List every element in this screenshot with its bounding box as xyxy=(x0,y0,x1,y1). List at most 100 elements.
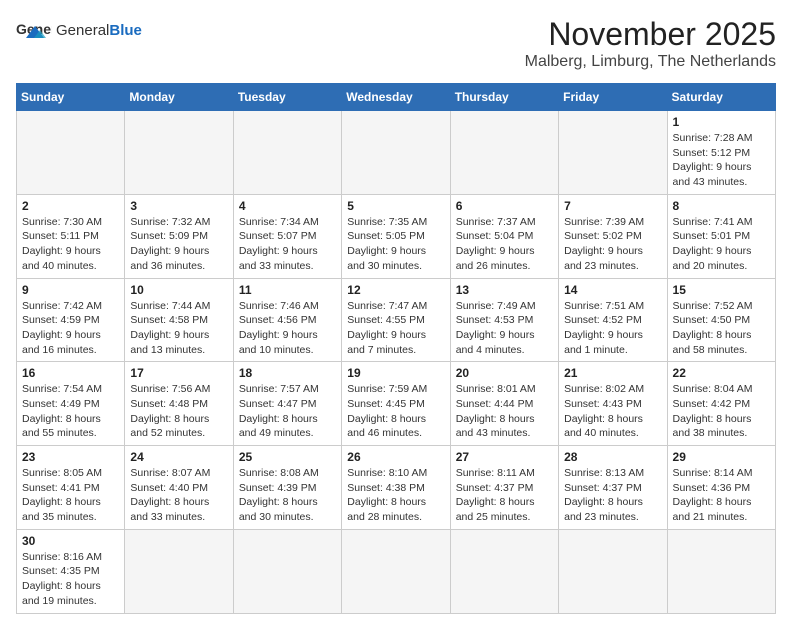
calendar-cell: 30 Sunrise: 8:16 AM Sunset: 4:35 PM Dayli… xyxy=(17,529,125,613)
calendar-cell: 7 Sunrise: 7:39 AM Sunset: 5:02 PM Daylig… xyxy=(559,194,667,278)
title-area: November 2025 Malberg, Limburg, The Neth… xyxy=(525,16,776,71)
calendar-cell xyxy=(233,529,341,613)
day-info: Sunrise: 7:34 AM Sunset: 5:07 PM Dayligh… xyxy=(239,215,336,274)
day-info: Sunrise: 8:16 AM Sunset: 4:35 PM Dayligh… xyxy=(22,550,119,609)
day-number: 21 xyxy=(564,366,661,380)
calendar-cell: 3Sunrise: 7:32 AM Sunset: 5:09 PM Daylig… xyxy=(125,194,233,278)
calendar-cell: 21 Sunrise: 8:02 AM Sunset: 4:43 PM Dayli… xyxy=(559,362,667,446)
calendar-cell xyxy=(342,529,450,613)
calendar-cell: 17 Sunrise: 7:56 AM Sunset: 4:48 PM Dayli… xyxy=(125,362,233,446)
calendar-cell xyxy=(342,111,450,195)
calendar-week-row: 23Sunrise: 8:05 AM Sunset: 4:41 PM Dayli… xyxy=(17,446,776,530)
calendar-cell: 27Sunrise: 8:11 AM Sunset: 4:37 PM Dayli… xyxy=(450,446,558,530)
calendar-cell xyxy=(125,111,233,195)
logo-blue: Blue xyxy=(109,22,142,39)
calendar-cell: 22 Sunrise: 8:04 AM Sunset: 4:42 PM Dayli… xyxy=(667,362,775,446)
day-number: 16 xyxy=(22,366,119,380)
calendar-cell: 1 Sunrise: 7:28 AM Sunset: 5:12 PM Daylig… xyxy=(667,111,775,195)
calendar-cell xyxy=(559,111,667,195)
calendar-week-row: 16 Sunrise: 7:54 AM Sunset: 4:49 PM Dayli… xyxy=(17,362,776,446)
day-info: Sunrise: 8:07 AM Sunset: 4:40 PM Dayligh… xyxy=(130,466,227,525)
day-info: Sunrise: 7:32 AM Sunset: 5:09 PM Dayligh… xyxy=(130,215,227,274)
day-number: 22 xyxy=(673,366,770,380)
calendar-cell: 18 Sunrise: 7:57 AM Sunset: 4:47 PM Dayli… xyxy=(233,362,341,446)
day-info: Sunrise: 8:10 AM Sunset: 4:38 PM Dayligh… xyxy=(347,466,444,525)
day-info: Sunrise: 7:54 AM Sunset: 4:49 PM Dayligh… xyxy=(22,382,119,441)
day-number: 30 xyxy=(22,534,119,548)
day-number: 1 xyxy=(673,115,770,129)
day-number: 14 xyxy=(564,283,661,297)
day-number: 27 xyxy=(456,450,553,464)
calendar-cell: 19Sunrise: 7:59 AM Sunset: 4:45 PM Dayli… xyxy=(342,362,450,446)
calendar-cell: 24 Sunrise: 8:07 AM Sunset: 4:40 PM Dayli… xyxy=(125,446,233,530)
day-info: Sunrise: 7:30 AM Sunset: 5:11 PM Dayligh… xyxy=(22,215,119,274)
day-info: Sunrise: 8:02 AM Sunset: 4:43 PM Dayligh… xyxy=(564,382,661,441)
weekday-header: Tuesday xyxy=(233,84,341,111)
day-number: 6 xyxy=(456,199,553,213)
calendar-week-row: 9Sunrise: 7:42 AM Sunset: 4:59 PM Daylig… xyxy=(17,278,776,362)
weekday-header: Saturday xyxy=(667,84,775,111)
day-number: 18 xyxy=(239,366,336,380)
day-info: Sunrise: 7:59 AM Sunset: 4:45 PM Dayligh… xyxy=(347,382,444,441)
day-info: Sunrise: 8:13 AM Sunset: 4:37 PM Dayligh… xyxy=(564,466,661,525)
weekday-header: Monday xyxy=(125,84,233,111)
day-info: Sunrise: 7:37 AM Sunset: 5:04 PM Dayligh… xyxy=(456,215,553,274)
calendar-cell: 28 Sunrise: 8:13 AM Sunset: 4:37 PM Dayli… xyxy=(559,446,667,530)
calendar-cell xyxy=(233,111,341,195)
day-number: 8 xyxy=(673,199,770,213)
day-number: 7 xyxy=(564,199,661,213)
calendar-week-row: 1 Sunrise: 7:28 AM Sunset: 5:12 PM Daylig… xyxy=(17,111,776,195)
month-title: November 2025 xyxy=(525,16,776,53)
day-info: Sunrise: 8:04 AM Sunset: 4:42 PM Dayligh… xyxy=(673,382,770,441)
calendar-cell: 9Sunrise: 7:42 AM Sunset: 4:59 PM Daylig… xyxy=(17,278,125,362)
day-number: 4 xyxy=(239,199,336,213)
day-number: 28 xyxy=(564,450,661,464)
day-number: 26 xyxy=(347,450,444,464)
calendar-cell: 20Sunrise: 8:01 AM Sunset: 4:44 PM Dayli… xyxy=(450,362,558,446)
calendar-cell: 10 Sunrise: 7:44 AM Sunset: 4:58 PM Dayli… xyxy=(125,278,233,362)
logo: General GeneralBlue xyxy=(16,16,142,44)
calendar-cell xyxy=(667,529,775,613)
calendar-cell: 13 Sunrise: 7:49 AM Sunset: 4:53 PM Dayli… xyxy=(450,278,558,362)
location-title: Malberg, Limburg, The Netherlands xyxy=(525,53,776,71)
day-info: Sunrise: 7:56 AM Sunset: 4:48 PM Dayligh… xyxy=(130,382,227,441)
day-info: Sunrise: 7:39 AM Sunset: 5:02 PM Dayligh… xyxy=(564,215,661,274)
day-number: 9 xyxy=(22,283,119,297)
calendar-cell: 12 Sunrise: 7:47 AM Sunset: 4:55 PM Dayli… xyxy=(342,278,450,362)
weekday-header: Friday xyxy=(559,84,667,111)
day-info: Sunrise: 8:14 AM Sunset: 4:36 PM Dayligh… xyxy=(673,466,770,525)
day-number: 17 xyxy=(130,366,227,380)
day-number: 5 xyxy=(347,199,444,213)
calendar-cell xyxy=(125,529,233,613)
day-info: Sunrise: 7:57 AM Sunset: 4:47 PM Dayligh… xyxy=(239,382,336,441)
calendar-header-row: SundayMondayTuesdayWednesdayThursdayFrid… xyxy=(17,84,776,111)
day-info: Sunrise: 7:46 AM Sunset: 4:56 PM Dayligh… xyxy=(239,299,336,358)
day-number: 12 xyxy=(347,283,444,297)
calendar-cell: 26 Sunrise: 8:10 AM Sunset: 4:38 PM Dayli… xyxy=(342,446,450,530)
day-number: 11 xyxy=(239,283,336,297)
day-info: Sunrise: 8:08 AM Sunset: 4:39 PM Dayligh… xyxy=(239,466,336,525)
day-info: Sunrise: 8:05 AM Sunset: 4:41 PM Dayligh… xyxy=(22,466,119,525)
day-info: Sunrise: 7:52 AM Sunset: 4:50 PM Dayligh… xyxy=(673,299,770,358)
logo-general: General xyxy=(56,22,109,39)
day-info: Sunrise: 7:49 AM Sunset: 4:53 PM Dayligh… xyxy=(456,299,553,358)
day-number: 10 xyxy=(130,283,227,297)
calendar-cell: 4 Sunrise: 7:34 AM Sunset: 5:07 PM Daylig… xyxy=(233,194,341,278)
calendar-cell xyxy=(450,111,558,195)
calendar-cell: 15 Sunrise: 7:52 AM Sunset: 4:50 PM Dayli… xyxy=(667,278,775,362)
calendar: SundayMondayTuesdayWednesdayThursdayFrid… xyxy=(16,83,776,614)
day-info: Sunrise: 7:28 AM Sunset: 5:12 PM Dayligh… xyxy=(673,131,770,190)
calendar-cell: 8Sunrise: 7:41 AM Sunset: 5:01 PM Daylig… xyxy=(667,194,775,278)
day-number: 24 xyxy=(130,450,227,464)
calendar-cell: 5Sunrise: 7:35 AM Sunset: 5:05 PM Daylig… xyxy=(342,194,450,278)
weekday-header: Wednesday xyxy=(342,84,450,111)
day-info: Sunrise: 7:47 AM Sunset: 4:55 PM Dayligh… xyxy=(347,299,444,358)
calendar-cell: 11 Sunrise: 7:46 AM Sunset: 4:56 PM Dayli… xyxy=(233,278,341,362)
day-info: Sunrise: 7:44 AM Sunset: 4:58 PM Dayligh… xyxy=(130,299,227,358)
calendar-cell xyxy=(450,529,558,613)
weekday-header: Sunday xyxy=(17,84,125,111)
weekday-header: Thursday xyxy=(450,84,558,111)
day-number: 13 xyxy=(456,283,553,297)
day-number: 15 xyxy=(673,283,770,297)
calendar-cell: 6 Sunrise: 7:37 AM Sunset: 5:04 PM Daylig… xyxy=(450,194,558,278)
